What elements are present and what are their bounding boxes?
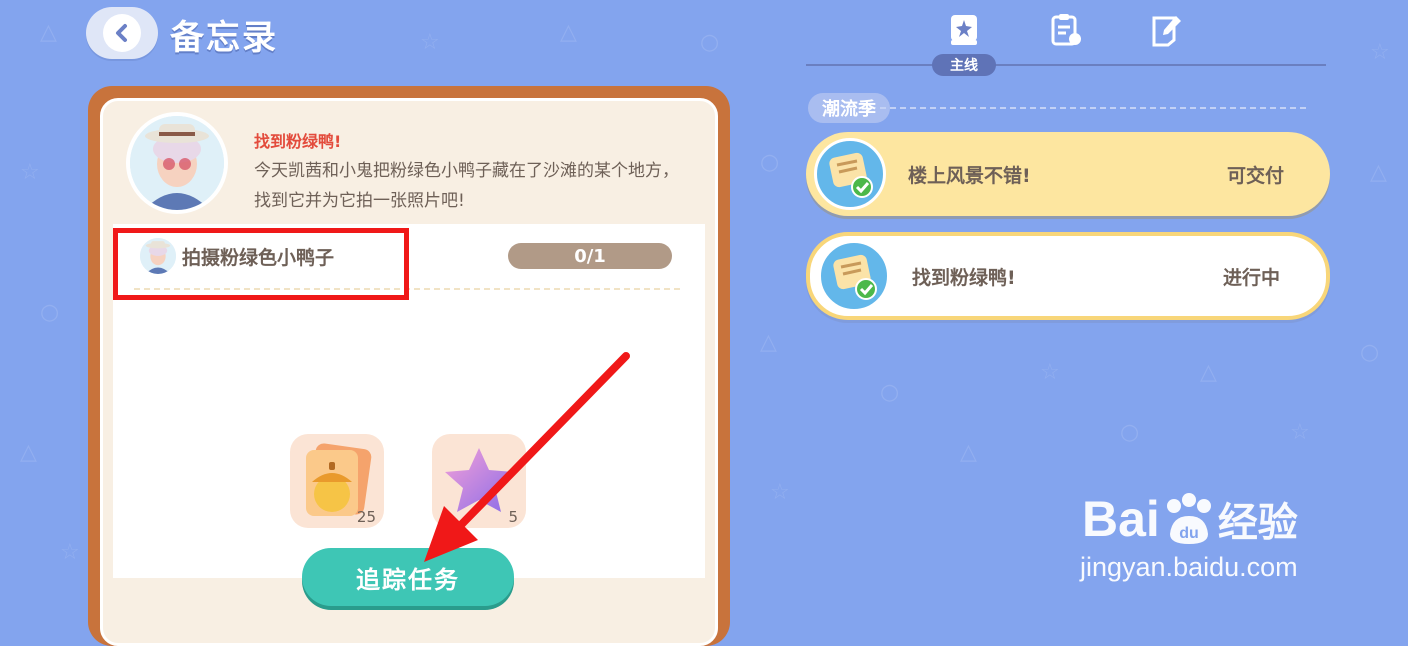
paw-icon: du <box>1166 493 1211 544</box>
watermark-brand: Bai <box>1082 491 1160 547</box>
svg-text:du: du <box>1179 525 1199 542</box>
watermark-brand-cn: 经验 <box>1217 501 1298 545</box>
watermark-logo: Bai du 经验 <box>1082 490 1298 548</box>
watermark-url: jingyan.baidu.com <box>1080 552 1298 582</box>
